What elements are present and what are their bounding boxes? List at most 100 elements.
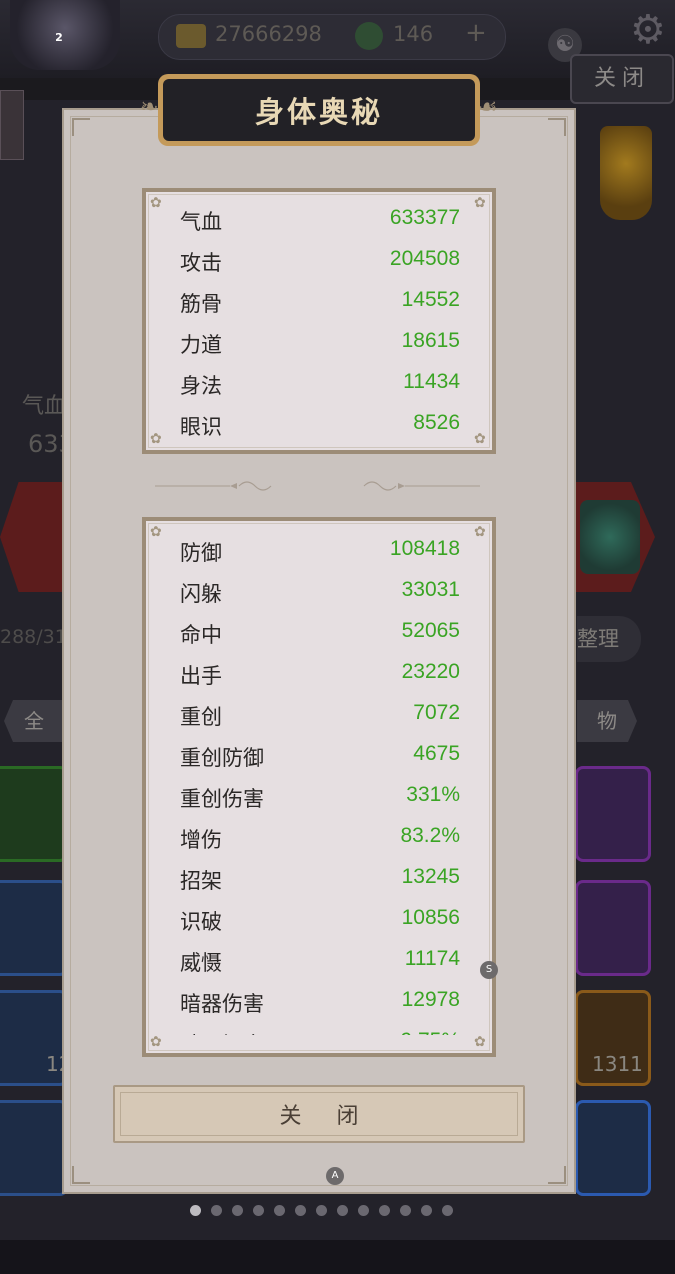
stat-row: 力道 18615 xyxy=(180,329,460,370)
gear-icon[interactable]: ⚙ xyxy=(630,10,670,50)
stat-row: 出手 23220 xyxy=(180,660,460,701)
stat-value: 633377 xyxy=(389,206,460,229)
bag-capacity: 288/31 xyxy=(0,626,67,648)
stat-row: 识破 10856 xyxy=(180,906,460,947)
stat-value: 14552 xyxy=(401,288,460,311)
stat-row: 身法 11434 xyxy=(180,370,460,411)
inventory-slot[interactable] xyxy=(0,880,68,976)
inventory-slot[interactable] xyxy=(575,766,651,862)
stat-row: 攻击 204508 xyxy=(180,247,460,288)
stat-value: 9.75% xyxy=(400,1029,460,1035)
stat-row: 重创伤害 331% xyxy=(180,783,460,824)
stat-label: 招架 xyxy=(180,869,222,893)
stat-label: 眼识 xyxy=(180,415,222,439)
stat-row: 命中 52065 xyxy=(180,619,460,660)
page-dot[interactable] xyxy=(442,1205,453,1216)
stat-label: 气血 xyxy=(180,210,222,234)
stat-row: 暗器伤害 12978 xyxy=(180,988,460,1029)
stat-row: 威慑 11174 xyxy=(180,947,460,988)
page-dot[interactable] xyxy=(400,1205,411,1216)
page-dot[interactable] xyxy=(211,1205,222,1216)
tab-all[interactable]: 全 xyxy=(4,700,64,742)
close-button[interactable]: 关 闭 xyxy=(113,1085,525,1143)
stat-label: 增伤 xyxy=(180,828,222,852)
page-dot[interactable] xyxy=(358,1205,369,1216)
frame-corner xyxy=(548,1166,566,1184)
stat-value: 10856 xyxy=(401,906,460,929)
lantern-icon[interactable] xyxy=(600,126,652,220)
add-currency-button[interactable]: + xyxy=(465,18,487,48)
panel-corner-ornament: ✿ xyxy=(474,431,486,447)
page-indicator xyxy=(190,1205,453,1219)
stat-label: 重创伤害 xyxy=(180,787,264,811)
page-dot[interactable] xyxy=(232,1205,243,1216)
stat-label: 识破 xyxy=(180,910,222,934)
stat-label: 命中 xyxy=(180,623,222,647)
stat-value: 7072 xyxy=(413,701,460,724)
stat-label: 身法 xyxy=(180,374,222,398)
page-dot[interactable] xyxy=(253,1205,264,1216)
page-dot[interactable] xyxy=(316,1205,327,1216)
stat-value: 12978 xyxy=(401,988,460,1011)
stat-row: 闪躲 33031 xyxy=(180,578,460,619)
panel-corner-ornament: ✿ xyxy=(150,524,162,540)
bottom-bar xyxy=(0,1240,675,1274)
stat-value: 13245 xyxy=(401,865,460,888)
panel-corner-ornament: ✿ xyxy=(150,1034,162,1050)
stat-label: 攻击 xyxy=(180,251,222,275)
stat-value: 204508 xyxy=(389,247,460,270)
jade-icon xyxy=(355,22,383,50)
currency-bar xyxy=(158,14,506,60)
gold-ingot-icon xyxy=(176,24,206,48)
close-button-label: 关 闭 xyxy=(279,1104,373,1129)
frame-corner xyxy=(72,1166,90,1184)
panel-corner-ornament: ✿ xyxy=(150,431,162,447)
marker-a: A xyxy=(326,1167,344,1185)
stat-label: 威慑 xyxy=(180,951,222,975)
background-close-button[interactable]: 关闭 xyxy=(570,54,674,104)
page-dot[interactable] xyxy=(274,1205,285,1216)
stat-label: 重创防御 xyxy=(180,746,264,770)
page-dot[interactable] xyxy=(337,1205,348,1216)
title-ornament-right: ☙ xyxy=(478,95,498,120)
section-divider xyxy=(155,481,480,491)
secondary-stats-panel[interactable]: ✿ ✿ ✿ ✿ 防御 108418 闪躲 33031 命中 52065 出手 23220 重创 7… xyxy=(142,517,496,1057)
coin-count: 27666298 xyxy=(215,22,322,46)
side-tab[interactable] xyxy=(0,90,24,160)
stat-value: 11174 xyxy=(404,947,460,970)
stat-row: 筋骨 14552 xyxy=(180,288,460,329)
stat-value: 4675 xyxy=(413,742,460,765)
stat-label: 出手 xyxy=(180,664,222,688)
page-dot[interactable] xyxy=(379,1205,390,1216)
inventory-slot[interactable] xyxy=(0,1100,68,1196)
stat-label: 暗器伤害 xyxy=(180,992,264,1016)
secondary-stats-scroll[interactable]: 防御 108418 闪躲 33031 命中 52065 出手 23220 重创 7072 重创防御 4… xyxy=(146,525,492,1035)
frame-corner xyxy=(548,118,566,136)
stat-value: 11434 xyxy=(403,370,460,393)
inventory-slot[interactable] xyxy=(575,880,651,976)
stat-value: 331% xyxy=(406,783,460,806)
primary-stats-panel: ✿ ✿ ✿ ✿ 气血 633377 攻击 204508 筋骨 14552 力道 18615 身法… xyxy=(142,188,496,454)
stat-row: 招架 13245 xyxy=(180,865,460,906)
stat-value: 33031 xyxy=(401,578,460,601)
page-dot[interactable] xyxy=(295,1205,306,1216)
dialog-title: 身体奥秘 xyxy=(254,95,383,129)
panel-corner-ornament: ✿ xyxy=(474,195,486,211)
sort-button[interactable]: 整理 xyxy=(577,616,641,662)
stat-label: 力道 xyxy=(180,333,222,357)
stat-label: 破骨概率 xyxy=(180,1029,264,1035)
background-stat-label: 气血 xyxy=(22,394,67,419)
level-badge: 2 xyxy=(55,31,63,44)
inventory-slot[interactable] xyxy=(575,1100,651,1196)
stat-value: 52065 xyxy=(401,619,460,642)
page-dot[interactable] xyxy=(190,1205,201,1216)
page-dot[interactable] xyxy=(421,1205,432,1216)
stat-row: 增伤 83.2% xyxy=(180,824,460,865)
inventory-slot[interactable] xyxy=(0,766,68,862)
tab-items[interactable]: 物 xyxy=(577,700,637,742)
stat-label: 闪躲 xyxy=(180,582,222,606)
stat-row: 重创防御 4675 xyxy=(180,742,460,783)
panel-corner-ornament: ✿ xyxy=(474,1034,486,1050)
stat-value: 18615 xyxy=(401,329,460,352)
marker-s: S xyxy=(480,961,498,979)
